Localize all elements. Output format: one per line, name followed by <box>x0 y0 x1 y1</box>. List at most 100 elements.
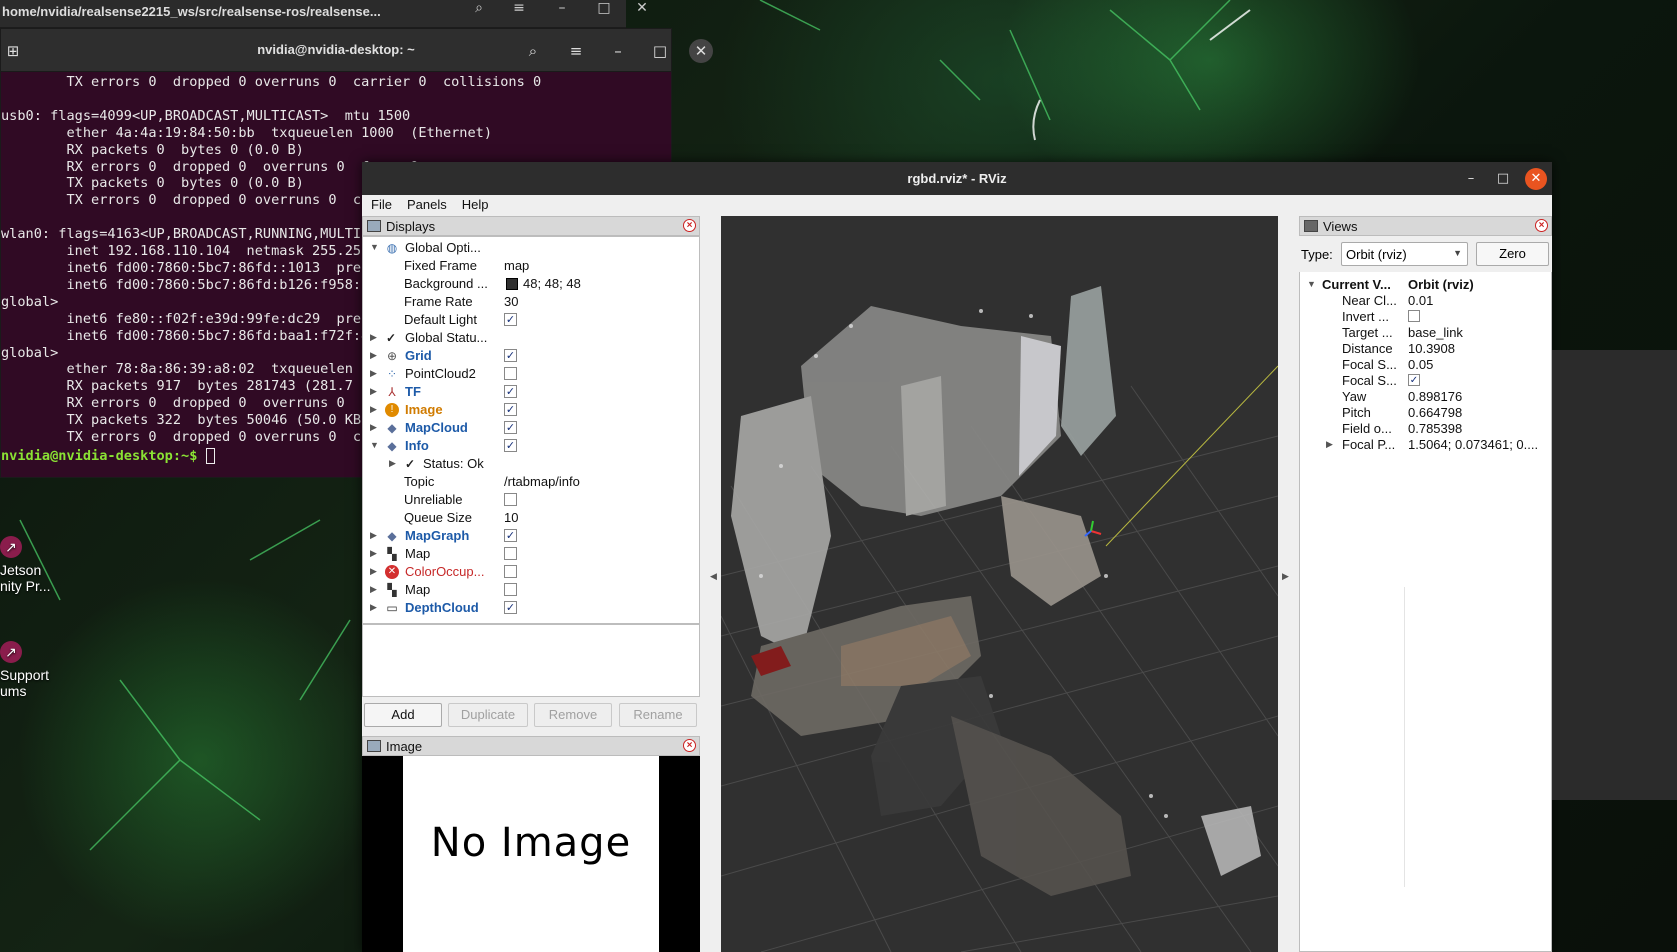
tree-row-mapgraph[interactable]: ▶ ◆ MapGraph ✓ <box>363 527 699 545</box>
views-prop-row[interactable]: Invert ... <box>1300 309 1551 325</box>
tree-row-image[interactable]: ▶ ! Image ✓ <box>363 401 699 419</box>
expand-arrow-icon[interactable]: ▶ <box>370 530 377 541</box>
fixed-frame-value[interactable]: map <box>504 258 529 273</box>
expand-arrow-icon[interactable]: ▶ <box>370 566 377 577</box>
views-prop-row[interactable]: Pitch 0.664798 <box>1300 405 1551 421</box>
expand-arrow-icon[interactable]: ▶ <box>370 602 377 613</box>
prop-value[interactable]: 1.5064; 0.073461; 0.... <box>1408 437 1538 452</box>
views-prop-row[interactable]: ▶ Focal P... 1.5064; 0.073461; 0.... <box>1300 437 1551 453</box>
checkbox-checked[interactable]: ✓ <box>504 601 517 614</box>
checkbox-checked[interactable]: ✓ <box>504 385 517 398</box>
checkbox-unchecked[interactable] <box>504 583 517 596</box>
views-property-tree[interactable]: ▼ Current V... Orbit (rviz) Near Cl... 0… <box>1299 236 1552 952</box>
tree-row-topic[interactable]: Topic /rtabmap/info <box>363 473 699 491</box>
tree-row-coloroccupancy[interactable]: ▶ ✕ ColorOccup... <box>363 563 699 581</box>
expand-arrow-icon[interactable]: ▶ <box>370 386 377 397</box>
tree-row-map-2[interactable]: ▶ ▚ Map <box>363 581 699 599</box>
prop-value[interactable]: base_link <box>1408 325 1463 340</box>
prop-value[interactable]: 0.05 <box>1408 357 1433 372</box>
rename-button[interactable]: Rename <box>619 703 697 727</box>
prop-value[interactable]: 0.898176 <box>1408 389 1462 404</box>
expand-arrow-icon[interactable]: ▶ <box>1326 439 1333 450</box>
collapse-arrow-icon[interactable]: ▼ <box>370 440 379 450</box>
background-color-value[interactable]: 48; 48; 48 <box>523 276 581 291</box>
collapse-left-arrow-icon[interactable]: ◀ <box>710 572 717 582</box>
close-icon[interactable]: × <box>683 739 696 752</box>
views-prop-row[interactable]: Distance 10.3908 <box>1300 341 1551 357</box>
terminal-titlebar[interactable]: ⊞ nvidia@nvidia-desktop: ~ ⌕ ≡ – □ ✕ <box>1 29 713 72</box>
desktop-icon-support[interactable]: ↗ Support ums <box>0 641 60 699</box>
views-current-view-row[interactable]: ▼ Current V... Orbit (rviz) <box>1300 277 1551 293</box>
views-prop-row[interactable]: Near Cl... 0.01 <box>1300 293 1551 309</box>
expand-arrow-icon[interactable]: ▶ <box>389 458 396 469</box>
expand-arrow-icon[interactable]: ▶ <box>370 332 377 343</box>
checkbox-checked[interactable]: ✓ <box>504 439 517 452</box>
collapse-arrow-icon[interactable]: ▼ <box>1307 279 1316 289</box>
prop-value[interactable]: 0.664798 <box>1408 405 1462 420</box>
rviz-window[interactable]: rgbd.rviz* - RViz – □ ✕ File Panels Help D… <box>362 162 1552 952</box>
views-prop-row[interactable]: Focal S... 0.05 <box>1300 357 1551 373</box>
views-prop-row[interactable]: Field o... 0.785398 <box>1300 421 1551 437</box>
expand-arrow-icon[interactable]: ▶ <box>370 368 377 379</box>
hamburger-icon[interactable]: ≡ <box>564 39 588 63</box>
add-button[interactable]: Add <box>364 703 442 727</box>
tree-row-background-color[interactable]: Background ... 48; 48; 48 <box>363 275 699 293</box>
displays-tree[interactable]: ▼ ◍ Global Opti... Fixed Frame map Backg… <box>362 236 700 624</box>
tree-row-default-light[interactable]: Default Light ✓ <box>363 311 699 329</box>
minimize-icon[interactable]: – <box>606 39 630 63</box>
checkbox-checked[interactable]: ✓ <box>504 313 517 326</box>
expand-arrow-icon[interactable]: ▶ <box>370 584 377 595</box>
views-panel-header[interactable]: Views × <box>1299 216 1552 236</box>
checkbox-unchecked[interactable] <box>504 493 517 506</box>
checkbox-unchecked[interactable] <box>504 547 517 560</box>
back-terminal-titlebar[interactable]: home/nvidia/realsense2215_ws/src/realsen… <box>0 0 648 28</box>
tree-row-global-status[interactable]: ▶ ✓ Global Statu... <box>363 329 699 347</box>
tree-row-status-ok[interactable]: ▶ ✓ Status: Ok <box>363 455 699 473</box>
close-icon[interactable]: × <box>1535 219 1548 232</box>
tree-row-tf[interactable]: ▶ ⅄ TF ✓ <box>363 383 699 401</box>
collapse-right-arrow-icon[interactable]: ▶ <box>1282 572 1289 582</box>
expand-arrow-icon[interactable]: ▶ <box>370 548 377 559</box>
view-type-select[interactable]: Orbit (rviz) ▼ <box>1341 242 1468 266</box>
maximize-icon[interactable]: □ <box>592 0 616 20</box>
views-prop-row[interactable]: Focal S... ✓ <box>1300 373 1551 389</box>
menu-panels[interactable]: Panels <box>398 195 453 212</box>
tree-row-unreliable[interactable]: Unreliable <box>363 491 699 509</box>
3d-viewport[interactable] <box>721 216 1278 952</box>
search-icon[interactable]: ⌕ <box>521 39 545 63</box>
expand-arrow-icon[interactable]: ▶ <box>370 422 377 433</box>
tree-row-frame-rate[interactable]: Frame Rate 30 <box>363 293 699 311</box>
checkbox-checked[interactable]: ✓ <box>504 349 517 362</box>
desktop-icon-jetson[interactable]: ↗ Jetson nity Pr... <box>0 536 60 594</box>
prop-value[interactable]: 0.01 <box>1408 293 1433 308</box>
tree-row-map[interactable]: ▶ ▚ Map <box>363 545 699 563</box>
tree-row-grid[interactable]: ▶ ⊕ Grid ✓ <box>363 347 699 365</box>
maximize-icon[interactable]: □ <box>1492 168 1514 190</box>
frame-rate-value[interactable]: 30 <box>504 294 518 309</box>
prop-value[interactable]: 10.3908 <box>1408 341 1455 356</box>
rviz-titlebar[interactable]: rgbd.rviz* - RViz – □ ✕ <box>362 162 1552 195</box>
checkbox-checked[interactable]: ✓ <box>1408 374 1420 386</box>
menu-help[interactable]: Help <box>453 195 495 212</box>
close-icon[interactable]: ✕ <box>630 0 654 20</box>
checkbox-unchecked[interactable] <box>504 367 517 380</box>
remove-button[interactable]: Remove <box>534 703 612 727</box>
checkbox-checked[interactable]: ✓ <box>504 403 517 416</box>
checkbox-checked[interactable]: ✓ <box>504 421 517 434</box>
displays-panel-header[interactable]: Displays × <box>362 216 700 236</box>
expand-arrow-icon[interactable]: ▶ <box>370 350 377 361</box>
minimize-icon[interactable]: – <box>550 0 574 20</box>
tree-row-mapcloud[interactable]: ▶ ◆ MapCloud ✓ <box>363 419 699 437</box>
close-icon[interactable]: × <box>683 219 696 232</box>
close-icon[interactable]: ✕ <box>1525 168 1547 190</box>
checkbox-checked[interactable]: ✓ <box>504 529 517 542</box>
tree-row-fixed-frame[interactable]: Fixed Frame map <box>363 257 699 275</box>
prop-value[interactable]: 0.785398 <box>1408 421 1462 436</box>
color-swatch[interactable] <box>506 278 518 290</box>
queue-size-value[interactable]: 10 <box>504 510 518 525</box>
collapse-arrow-icon[interactable]: ▼ <box>370 242 379 252</box>
tree-row-queue-size[interactable]: Queue Size 10 <box>363 509 699 527</box>
checkbox-unchecked[interactable] <box>504 565 517 578</box>
maximize-icon[interactable]: □ <box>648 39 672 63</box>
views-prop-row[interactable]: Target ... base_link <box>1300 325 1551 341</box>
